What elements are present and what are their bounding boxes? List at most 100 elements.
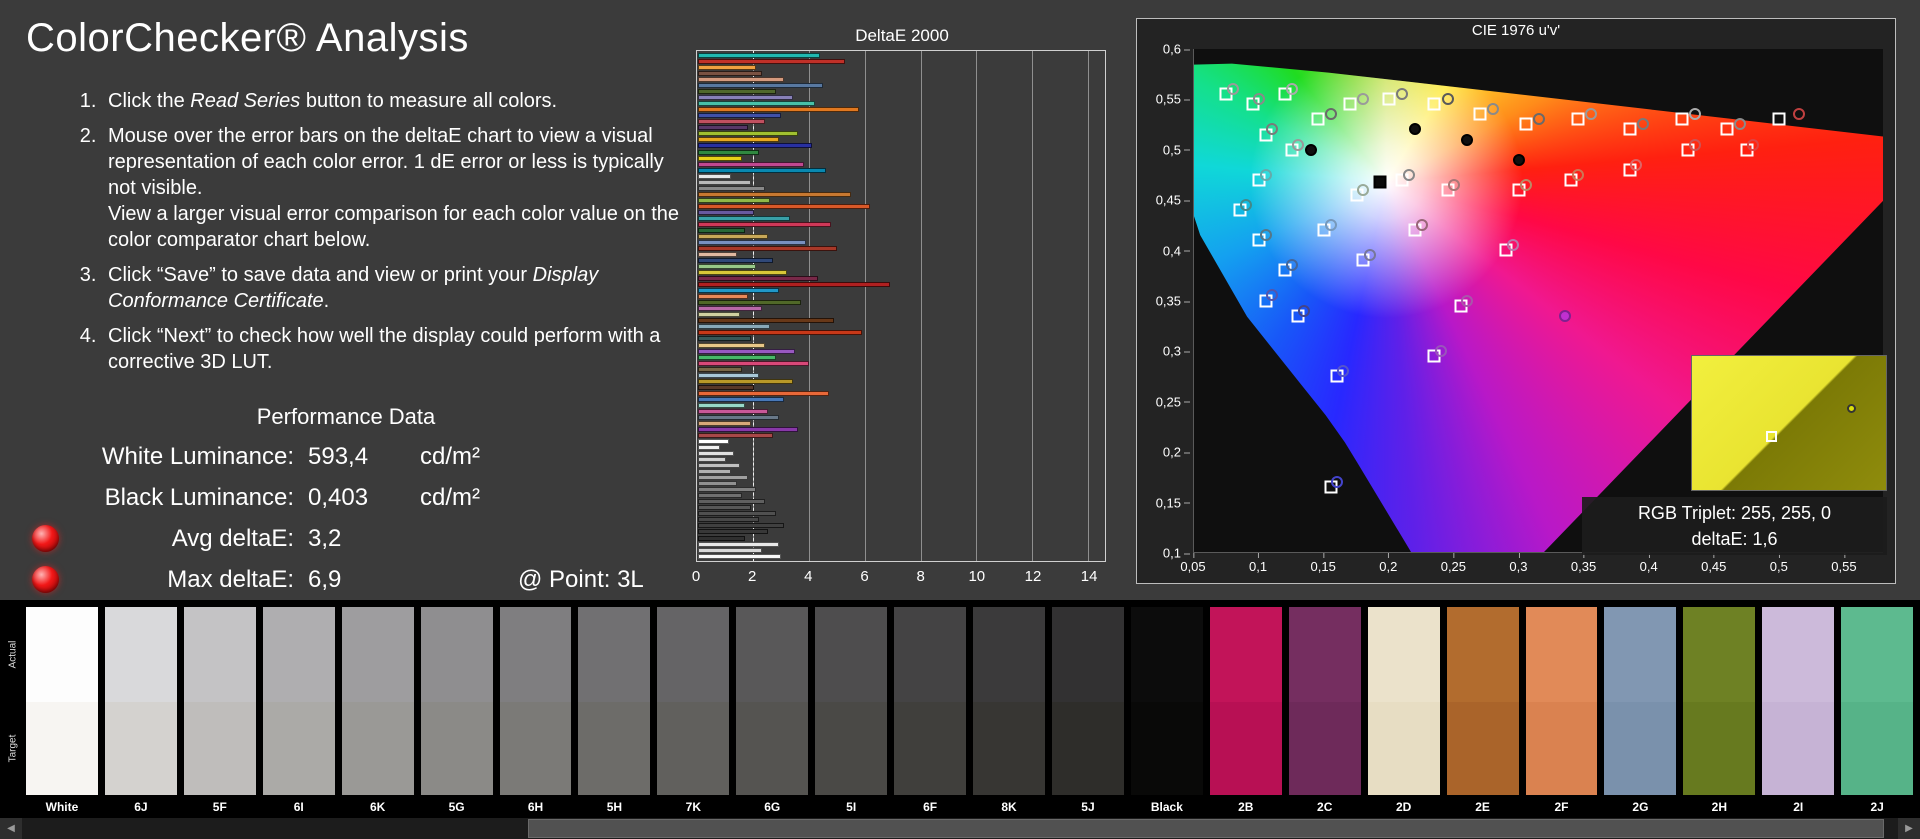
- deltae-bar[interactable]: [698, 53, 821, 58]
- deltae-bar[interactable]: [698, 233, 768, 239]
- deltae-bar[interactable]: [698, 306, 762, 312]
- scroll-right-icon[interactable]: ▶: [1898, 818, 1920, 839]
- deltae-bar[interactable]: [698, 324, 771, 330]
- x-tick-label: 0,15: [1310, 553, 1336, 574]
- deltae-bar[interactable]: [698, 155, 743, 161]
- deltae-bar[interactable]: [698, 65, 757, 71]
- horizontal-scrollbar[interactable]: ◀ ▶: [0, 818, 1920, 839]
- y-tick-label: 0,2: [1162, 444, 1191, 460]
- deltae-bar[interactable]: [698, 239, 807, 245]
- deltae-bar[interactable]: [698, 469, 732, 475]
- deltae-bar[interactable]: [698, 360, 810, 366]
- deltae-bar[interactable]: [698, 185, 765, 191]
- deltae-bar[interactable]: [698, 517, 760, 523]
- deltae-bar[interactable]: [698, 143, 812, 149]
- deltae-bar[interactable]: [698, 426, 799, 432]
- deltae-bar[interactable]: [698, 475, 749, 481]
- deltae-bar[interactable]: [698, 209, 754, 215]
- deltae-bar[interactable]: [698, 372, 760, 378]
- deltae-bar[interactable]: [698, 149, 760, 155]
- deltae-bar[interactable]: [698, 390, 829, 396]
- deltae-bar[interactable]: [698, 378, 793, 384]
- deltae-bar[interactable]: [698, 439, 729, 444]
- deltae-bar[interactable]: [698, 414, 779, 420]
- deltae-bar[interactable]: [698, 457, 726, 463]
- y-tick-label: 0,25: [1155, 394, 1191, 410]
- deltae-bar[interactable]: [698, 511, 776, 517]
- deltae-bar[interactable]: [698, 553, 782, 559]
- deltae-bar[interactable]: [698, 77, 785, 83]
- deltae-bar[interactable]: [698, 547, 762, 553]
- deltae-bar[interactable]: [698, 246, 838, 251]
- deltae-bar[interactable]: [698, 541, 779, 547]
- deltae-bar[interactable]: [698, 125, 749, 131]
- deltae-bar[interactable]: [698, 197, 771, 203]
- deltae-bar[interactable]: [698, 535, 746, 541]
- deltae-bar[interactable]: [698, 402, 746, 408]
- deltae-bar[interactable]: [698, 173, 732, 179]
- deltae-bar[interactable]: [698, 191, 851, 197]
- deltae-bar[interactable]: [698, 318, 835, 324]
- target-patch: [736, 702, 809, 795]
- deltae-bar[interactable]: [698, 276, 818, 282]
- scroll-left-icon[interactable]: ◀: [0, 818, 22, 839]
- deltae-bar[interactable]: [698, 523, 785, 529]
- deltae-bar[interactable]: [698, 300, 801, 306]
- deltae-bar[interactable]: [698, 282, 890, 288]
- deltae-bar[interactable]: [698, 505, 751, 511]
- deltae-bar[interactable]: [698, 167, 826, 173]
- deltae-bar[interactable]: [698, 354, 776, 360]
- target-patch: [104, 702, 177, 795]
- deltae-bar[interactable]: [698, 499, 765, 505]
- deltae-bar[interactable]: [698, 396, 785, 402]
- inset-measured-marker: [1847, 404, 1857, 414]
- deltae-bar[interactable]: [698, 258, 774, 264]
- performance-value: 3,2: [308, 524, 342, 552]
- deltae-bar[interactable]: [698, 89, 776, 95]
- deltae-bar[interactable]: [698, 493, 743, 499]
- deltae-bar[interactable]: [698, 113, 782, 119]
- deltae-bar[interactable]: [698, 445, 721, 451]
- deltae-bar[interactable]: [698, 264, 757, 270]
- deltae-bar[interactable]: [698, 137, 779, 143]
- deltae-bar[interactable]: [698, 119, 765, 125]
- deltae-bar[interactable]: [698, 408, 768, 414]
- deltae-bar[interactable]: [698, 463, 740, 469]
- deltae-bar[interactable]: [698, 288, 779, 294]
- deltae-bar[interactable]: [698, 312, 740, 318]
- deltae-bar[interactable]: [698, 95, 793, 101]
- deltae-bar[interactable]: [698, 83, 824, 89]
- measured-marker: [1285, 83, 1298, 96]
- deltae-bar[interactable]: [698, 252, 737, 258]
- deltae-bar[interactable]: [698, 420, 751, 426]
- deltae-bar[interactable]: [698, 101, 815, 107]
- deltae-bar[interactable]: [698, 348, 796, 354]
- deltae-bar[interactable]: [698, 59, 846, 65]
- scrollbar-thumb[interactable]: [528, 819, 1884, 838]
- deltae-bar[interactable]: [698, 179, 751, 185]
- deltae-bar[interactable]: [698, 131, 799, 137]
- deltae-bar[interactable]: [698, 270, 787, 276]
- deltae-bar[interactable]: [698, 227, 746, 233]
- deltae-bar[interactable]: [698, 71, 762, 77]
- deltae-bar[interactable]: [698, 294, 749, 300]
- patch-label: 5I: [846, 799, 857, 814]
- deltae-bar[interactable]: [698, 487, 757, 493]
- measured-marker: [1259, 168, 1272, 181]
- deltae-bar[interactable]: [698, 221, 832, 227]
- deltae-bar[interactable]: [698, 215, 790, 221]
- deltae-bar[interactable]: [698, 384, 754, 390]
- deltae-bar[interactable]: [698, 161, 804, 167]
- performance-unit: @ Point: 3L: [518, 565, 644, 593]
- deltae-bar[interactable]: [698, 336, 751, 342]
- deltae-bar[interactable]: [698, 107, 860, 113]
- deltae-bar[interactable]: [698, 330, 863, 336]
- deltae-bar[interactable]: [698, 529, 768, 535]
- deltae-bar[interactable]: [698, 342, 765, 348]
- deltae-bar[interactable]: [698, 481, 737, 487]
- deltae-bar[interactable]: [698, 432, 774, 438]
- deltae-bar[interactable]: [698, 366, 743, 372]
- deltae-bar[interactable]: [698, 203, 871, 209]
- deltae-bar[interactable]: [698, 451, 735, 457]
- x-tick-label: 0,2: [1379, 553, 1398, 574]
